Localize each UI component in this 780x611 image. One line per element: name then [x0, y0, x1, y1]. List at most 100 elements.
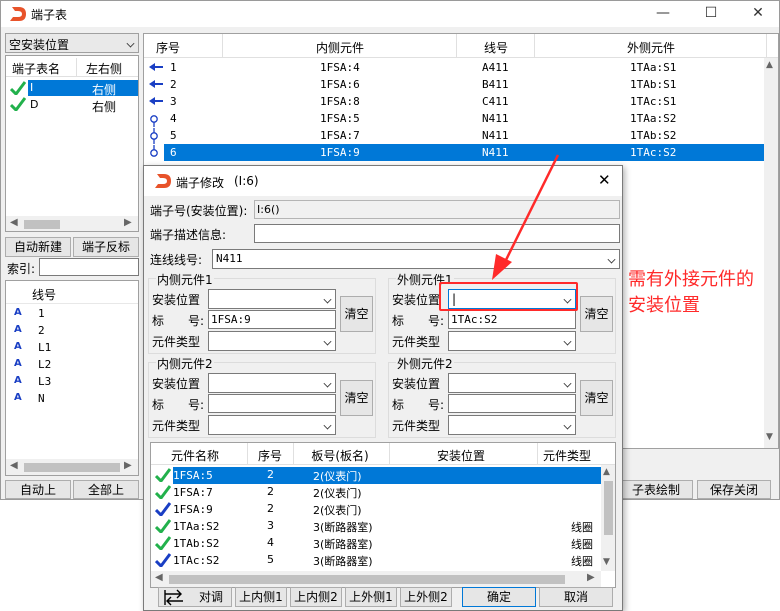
- auto-create-button[interactable]: 自动新建: [5, 237, 71, 257]
- inner2-clear-button[interactable]: 清空: [340, 380, 373, 416]
- scroll-right-icon[interactable]: ▶: [124, 217, 132, 228]
- up-inner1-button[interactable]: 上内侧1: [235, 587, 287, 607]
- minimize-icon[interactable]: —: [641, 1, 685, 27]
- scroll-right-icon[interactable]: ▶: [587, 572, 595, 583]
- outer1-location-label: 安装位置: [392, 293, 441, 307]
- wire-list-item[interactable]: L1: [38, 341, 51, 354]
- outer1-tag-input[interactable]: 1TAc:S2: [448, 310, 576, 329]
- maximize-icon[interactable]: ☐: [689, 1, 733, 27]
- table-row[interactable]: 2 1FSA:6 B411 1TAb:S1: [164, 76, 764, 93]
- up-inner2-button[interactable]: 上内侧2: [290, 587, 342, 607]
- cell-type: 线圈: [571, 538, 593, 551]
- cell-wire: N411: [482, 129, 509, 142]
- index-input[interactable]: [39, 258, 139, 276]
- chevron-down-icon: [323, 379, 332, 388]
- component-vscrollbar[interactable]: ▲ ▼: [601, 465, 615, 571]
- main-title-bar[interactable]: 端子表 — ☐ ✕: [1, 1, 779, 27]
- outer2-location-select[interactable]: [448, 373, 576, 393]
- terminal-item-name[interactable]: D: [30, 98, 38, 111]
- inner1-tag-label: 标 号:: [152, 314, 205, 328]
- component-table[interactable]: 元件名称 序号 板号(板名) 安装位置 元件类型 1FSA:5 2 2(仪表门): [150, 442, 616, 588]
- auto-up-button[interactable]: 自动上: [5, 480, 71, 499]
- col-name-header[interactable]: 元件名称: [151, 447, 239, 464]
- scroll-right-icon[interactable]: ▶: [124, 460, 132, 471]
- dialog-close-icon[interactable]: ✕: [598, 171, 611, 189]
- terminal-item-side[interactable]: 右侧: [92, 81, 116, 98]
- component-row[interactable]: 1TAc:S2 5 3(断路器室) 线圈: [173, 552, 601, 569]
- terminal-item-name[interactable]: I: [30, 81, 33, 94]
- install-location-select[interactable]: 空安装位置: [5, 33, 139, 53]
- col-board-header[interactable]: 板号(板名): [295, 447, 385, 464]
- wire-list-item[interactable]: 2: [38, 324, 45, 337]
- inner2-tag-input[interactable]: [208, 394, 336, 413]
- table-row[interactable]: 4 1FSA:5 N411 1TAa:S2: [164, 110, 764, 127]
- wire-no-value: N411: [216, 252, 243, 265]
- wire-a-icon: A: [14, 392, 22, 403]
- all-up-button[interactable]: 全部上: [73, 480, 139, 499]
- inner1-tag-input[interactable]: 1FSA:9: [208, 310, 336, 329]
- swap-button[interactable]: 对调: [158, 587, 232, 607]
- cell-no: 4: [267, 536, 274, 549]
- scroll-thumb[interactable]: [169, 575, 565, 584]
- save-close-button[interactable]: 保存关闭: [697, 480, 771, 499]
- outer2-tag-input[interactable]: [448, 394, 576, 413]
- scroll-up-icon[interactable]: ▲: [766, 60, 773, 70]
- outer1-clear-button[interactable]: 清空: [580, 296, 613, 332]
- inner1-location-select[interactable]: [208, 289, 336, 309]
- wire-list-item[interactable]: N: [38, 392, 45, 405]
- table-row[interactable]: 6 1FSA:9 N411 1TAc:S2: [164, 144, 764, 161]
- col-location-header[interactable]: 安装位置: [391, 447, 531, 464]
- inner2-location-select[interactable]: [208, 373, 336, 393]
- scroll-left-icon[interactable]: ◀: [155, 572, 163, 583]
- inner1-type-select[interactable]: [208, 331, 336, 351]
- terminal-list-hscrollbar[interactable]: ◀ ▶: [6, 216, 138, 231]
- cancel-button[interactable]: 取消: [539, 587, 613, 607]
- component-row[interactable]: 1TAa:S2 3 3(断路器室) 线圈: [173, 518, 601, 535]
- scroll-down-icon[interactable]: ▼: [603, 557, 610, 567]
- cell-no: 3: [267, 519, 274, 532]
- scroll-thumb[interactable]: [24, 220, 60, 229]
- terminal-reverse-button[interactable]: 端子反标: [73, 237, 139, 257]
- col-no-header[interactable]: 序号: [144, 39, 192, 56]
- scroll-down-icon[interactable]: ▼: [766, 432, 773, 442]
- terminal-item-side[interactable]: 右侧: [92, 98, 116, 115]
- scroll-thumb[interactable]: [604, 481, 613, 535]
- wire-list-item[interactable]: 1: [38, 307, 45, 320]
- component-hscrollbar[interactable]: ◀ ▶: [151, 571, 601, 587]
- outer2-type-select[interactable]: [448, 415, 576, 435]
- wire-list-item[interactable]: L2: [38, 358, 51, 371]
- terminal-list[interactable]: 端子表名 左右侧 I 右侧 D 右侧 ◀ ▶: [5, 55, 139, 232]
- col-wire-header[interactable]: 线号: [456, 39, 536, 56]
- outer2-clear-button[interactable]: 清空: [580, 380, 613, 416]
- annotation-text: 需有外接元件的安装位置: [628, 269, 754, 316]
- close-icon[interactable]: ✕: [736, 1, 780, 27]
- scroll-left-icon[interactable]: ◀: [10, 460, 18, 471]
- scroll-up-icon[interactable]: ▲: [603, 467, 610, 477]
- draw-table-button[interactable]: 子表绘制: [619, 480, 693, 499]
- table-row[interactable]: 1 1FSA:4 A411 1TAa:S1: [164, 59, 764, 76]
- scroll-thumb[interactable]: [24, 463, 120, 472]
- component-row[interactable]: 1FSA:9 2 2(仪表门): [173, 501, 601, 518]
- inner2-type-select[interactable]: [208, 415, 336, 435]
- up-outer2-button[interactable]: 上外侧2: [400, 587, 452, 607]
- inner1-clear-button[interactable]: 清空: [340, 296, 373, 332]
- ok-button[interactable]: 确定: [462, 587, 536, 607]
- col-outer-header[interactable]: 外侧元件: [536, 39, 766, 56]
- col-type-header[interactable]: 元件类型: [543, 447, 613, 464]
- col-no-header[interactable]: 序号: [247, 447, 293, 464]
- table-row[interactable]: 5 1FSA:7 N411 1TAb:S2: [164, 127, 764, 144]
- up-outer1-button[interactable]: 上外侧1: [345, 587, 397, 607]
- scroll-left-icon[interactable]: ◀: [10, 217, 18, 228]
- wire-list-hscrollbar[interactable]: ◀ ▶: [6, 459, 138, 475]
- outer1-type-select[interactable]: [448, 331, 576, 351]
- table-vscrollbar[interactable]: ▲ ▼: [764, 58, 778, 448]
- cell-wire: A411: [482, 61, 509, 74]
- component-row[interactable]: 1TAb:S2 4 3(断路器室) 线圈: [173, 535, 601, 552]
- component-row[interactable]: 1FSA:5 2 2(仪表门): [173, 467, 601, 484]
- component-row[interactable]: 1FSA:7 2 2(仪表门): [173, 484, 601, 501]
- table-row[interactable]: 3 1FSA:8 C411 1TAc:S1: [164, 93, 764, 110]
- wire-list-item[interactable]: L3: [38, 375, 51, 388]
- green-check-icon: [155, 536, 171, 550]
- col-inner-header[interactable]: 内侧元件: [222, 39, 458, 56]
- wire-list[interactable]: 线号 A 1 A 2 A L1 A L2 A L3 A N ◀ ▶: [5, 280, 139, 476]
